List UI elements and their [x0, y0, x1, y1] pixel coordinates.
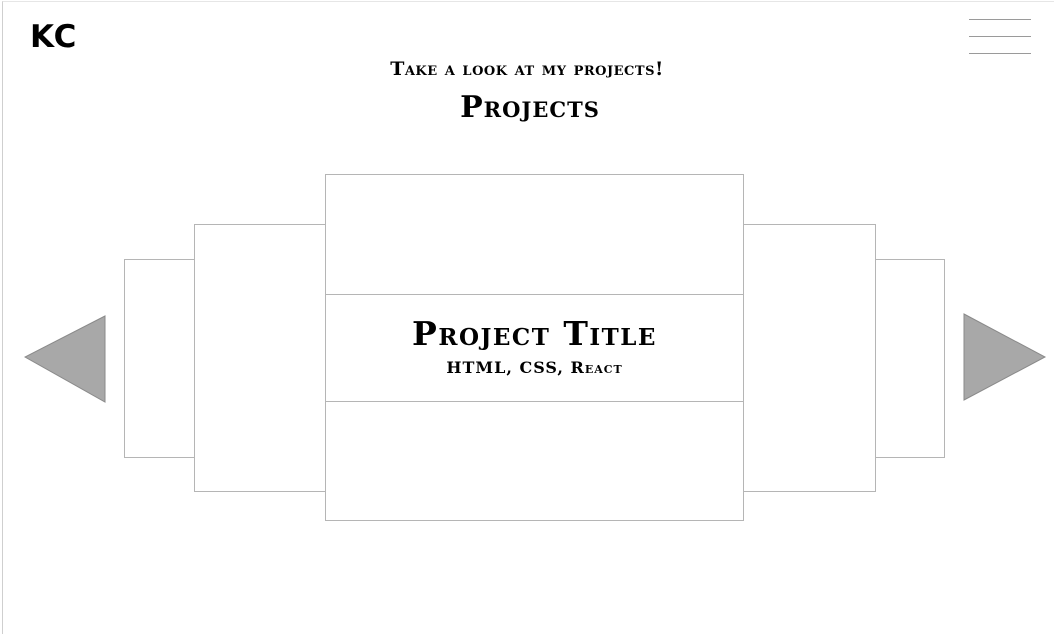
project-card-next-2[interactable]: [873, 259, 945, 458]
hamburger-menu-icon[interactable]: [969, 19, 1031, 55]
page-tagline: Take a look at my projects!: [390, 58, 664, 80]
project-card-prev-1[interactable]: [194, 224, 327, 492]
menu-line: [969, 19, 1031, 20]
triangle-left-icon: [23, 315, 106, 403]
project-title: Project Title: [412, 314, 657, 353]
project-card-current[interactable]: Project Title HTML, CSS, React: [325, 174, 744, 521]
carousel-prev-button[interactable]: [23, 315, 106, 403]
menu-line: [969, 53, 1031, 54]
carousel-next-button[interactable]: [963, 313, 1047, 401]
project-card-next-1[interactable]: [742, 224, 876, 492]
page-title: Projects: [460, 90, 600, 125]
project-card-prev-2[interactable]: [124, 259, 196, 458]
menu-line: [969, 36, 1031, 37]
project-info-band: Project Title HTML, CSS, React: [326, 294, 743, 402]
triangle-right-icon: [963, 313, 1047, 401]
project-tech-stack: HTML, CSS, React: [446, 358, 623, 377]
site-logo[interactable]: KC: [30, 22, 77, 53]
